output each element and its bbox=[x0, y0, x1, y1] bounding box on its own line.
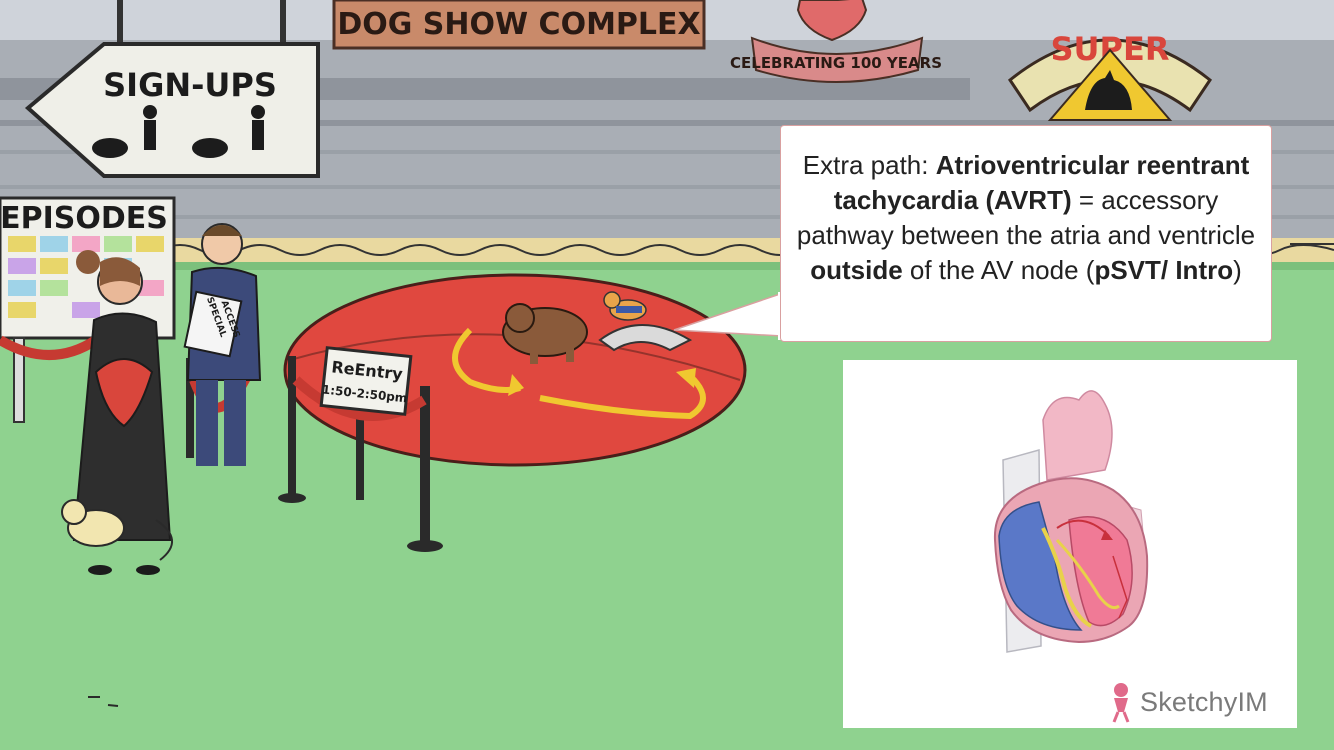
brand-name: SketchyIM bbox=[1140, 686, 1268, 717]
explanation-callout: Extra path: Atrioventricular reentrant t… bbox=[780, 125, 1272, 342]
callout-text-4: ) bbox=[1233, 255, 1242, 285]
banner-celebrate-text: CELEBRATING 100 YEARS bbox=[730, 54, 942, 72]
banner-dog-show-text: DOG SHOW COMPLEX bbox=[337, 7, 700, 42]
callout-tail bbox=[673, 292, 790, 340]
callout-bold-psvt: pSVT/ Intro bbox=[1094, 255, 1234, 285]
heart-diagram bbox=[993, 390, 1149, 653]
brand-logo: SketchyIM bbox=[1106, 680, 1268, 724]
signups-sign-text: SIGN-UPS bbox=[103, 66, 277, 104]
brand-figure-icon bbox=[1112, 683, 1130, 723]
episodes-board-title: EPISODES bbox=[0, 201, 168, 236]
callout-text-3: of the AV node ( bbox=[902, 255, 1095, 285]
callout-text-1: Extra path: bbox=[802, 150, 936, 180]
callout-bold-outside: outside bbox=[810, 255, 903, 285]
heart-illustration-card bbox=[843, 360, 1297, 728]
